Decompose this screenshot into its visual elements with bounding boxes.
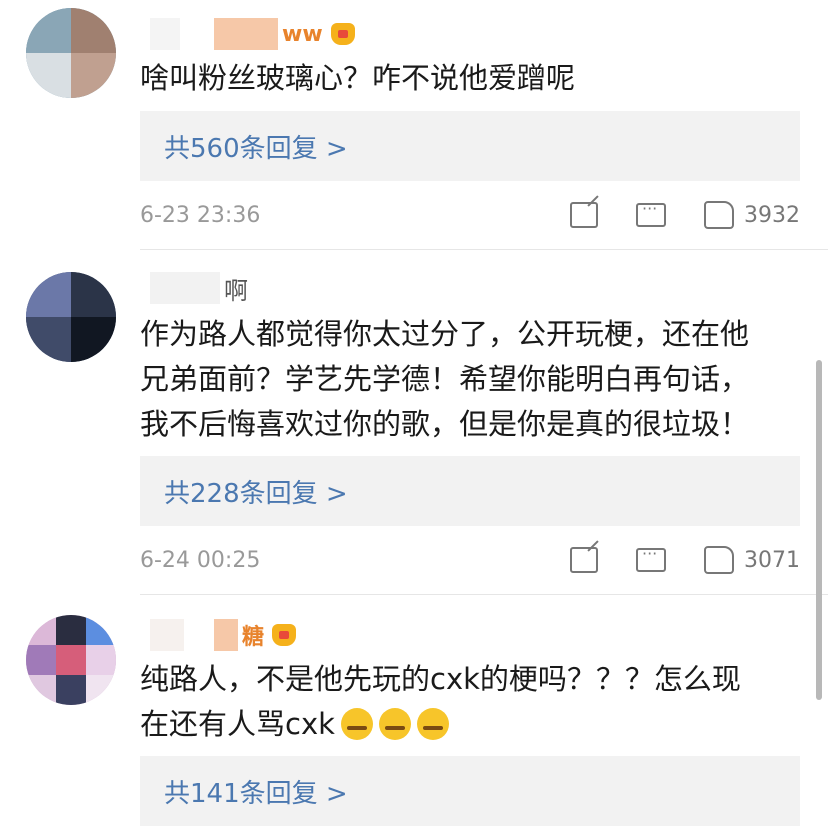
share-icon[interactable] xyxy=(570,547,598,573)
avatar-mosaic xyxy=(71,272,116,317)
crown-icon xyxy=(272,624,297,646)
comment-text: 作为路人都觉得你太过分了，公开玩梗，还在他 兄弟面前？学艺先学德！希望你能明白再… xyxy=(140,312,800,447)
username-row[interactable]: 啊 xyxy=(150,268,248,308)
avatar-mosaic xyxy=(56,645,86,675)
username-blur xyxy=(214,18,278,50)
comment-item: 糖 纯路人，不是他先玩的cxk的梗吗？？？怎么现 在还有人骂cxk 共141条回… xyxy=(0,595,828,831)
comment-icon[interactable] xyxy=(636,544,666,572)
avatar-mosaic xyxy=(26,272,71,317)
comment-text: 啥叫粉丝玻璃心？咋不说他爱蹭呢 xyxy=(140,61,576,95)
avatar-mosaic xyxy=(26,645,56,675)
avatar-mosaic xyxy=(26,615,56,645)
replies-button[interactable]: 共228条回复 > xyxy=(140,456,800,526)
crown-icon xyxy=(330,23,355,45)
replies-count[interactable]: 共560条回复 > xyxy=(164,128,348,165)
avatar-mosaic xyxy=(86,645,116,675)
username-blur xyxy=(150,272,220,304)
like-count: 3071 xyxy=(744,547,800,573)
comment-footer: 6-23 23:36 3932 xyxy=(140,195,800,235)
username-blur xyxy=(150,619,184,651)
action-bar: 3071 xyxy=(532,544,800,574)
username[interactable]: ww xyxy=(282,22,323,47)
avatar[interactable] xyxy=(26,8,116,98)
replies-count[interactable]: 共141条回复 > xyxy=(164,773,348,810)
username-row[interactable]: ww xyxy=(150,14,355,54)
comment-line: 兄弟面前？学艺先学德！希望你能明白再句话， xyxy=(140,362,750,396)
avatar-mosaic xyxy=(86,675,116,705)
avatar-mosaic xyxy=(26,53,71,98)
avatar-mosaic xyxy=(71,53,116,98)
replies-count[interactable]: 共228条回复 > xyxy=(164,473,348,510)
like-icon[interactable] xyxy=(704,201,734,229)
avatar-mosaic xyxy=(56,615,86,645)
comment-icon[interactable] xyxy=(636,199,666,227)
username-blur xyxy=(214,619,238,651)
avatar-mosaic xyxy=(71,317,116,362)
avatar-mosaic xyxy=(26,675,56,705)
comment-line: 在还有人骂cxk xyxy=(140,702,800,747)
laughing-emoji-icon xyxy=(416,708,449,740)
avatar[interactable] xyxy=(26,615,116,705)
username[interactable]: 啊 xyxy=(224,271,248,306)
like-icon[interactable] xyxy=(704,546,734,574)
avatar-mosaic xyxy=(26,317,71,362)
comment-item: 啊 作为路人都觉得你太过分了，公开玩梗，还在他 兄弟面前？学艺先学德！希望你能明… xyxy=(0,250,828,595)
laughing-emoji-icon xyxy=(340,708,373,740)
avatar-mosaic xyxy=(86,615,116,645)
avatar[interactable] xyxy=(26,272,116,362)
username-blur xyxy=(150,18,180,50)
scrollbar[interactable] xyxy=(816,360,822,700)
laughing-emoji-icon xyxy=(378,708,411,740)
comment-text: 纯路人，不是他先玩的cxk的梗吗？？？怎么现 在还有人骂cxk xyxy=(140,657,800,747)
timestamp: 6-23 23:36 xyxy=(140,202,261,228)
like-count: 3932 xyxy=(744,202,800,228)
replies-button[interactable]: 共560条回复 > xyxy=(140,111,800,181)
comment-footer: 6-24 00:25 3071 xyxy=(140,540,800,580)
avatar-mosaic xyxy=(56,675,86,705)
share-icon[interactable] xyxy=(570,202,598,228)
timestamp: 6-24 00:25 xyxy=(140,547,261,573)
action-bar: 3932 xyxy=(532,199,800,229)
comment-line-text: 在还有人骂cxk xyxy=(140,707,335,741)
comment-item: ww 啥叫粉丝玻璃心？咋不说他爱蹭呢 共560条回复 > 6-23 23:36 … xyxy=(0,0,828,250)
comment-line: 作为路人都觉得你太过分了，公开玩梗，还在他 xyxy=(140,317,750,351)
avatar-mosaic xyxy=(71,8,116,53)
avatar-mosaic xyxy=(26,8,71,53)
username-row[interactable]: 糖 xyxy=(150,615,297,655)
username[interactable]: 糖 xyxy=(242,619,264,651)
comment-line: 纯路人，不是他先玩的cxk的梗吗？？？怎么现 xyxy=(140,662,741,696)
comment-line: 我不后悔喜欢过你的歌，但是你是真的很垃圾！ xyxy=(140,407,750,441)
replies-button[interactable]: 共141条回复 > xyxy=(140,756,800,826)
